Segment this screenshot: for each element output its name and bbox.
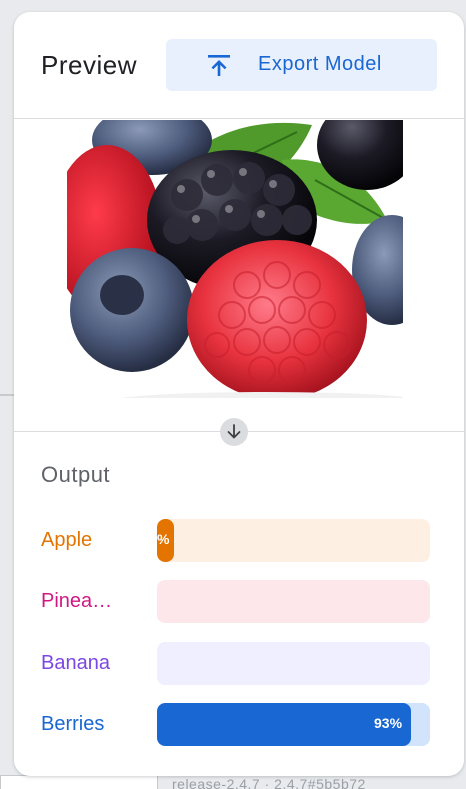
arrow-down-icon bbox=[220, 418, 248, 446]
berries-photo bbox=[67, 120, 403, 398]
header-divider bbox=[14, 118, 464, 119]
output-row: Banana bbox=[14, 642, 464, 686]
output-row: Apple% bbox=[14, 519, 464, 563]
confidence-percent: % bbox=[157, 531, 170, 547]
output-title: Output bbox=[41, 462, 111, 487]
confidence-bar-fill bbox=[157, 703, 411, 746]
export-model-button[interactable]: Export Model bbox=[166, 39, 437, 91]
class-label: Berries bbox=[41, 713, 105, 735]
output-row: Berries 93% bbox=[14, 703, 464, 747]
preview-card: Preview Export Model Output Apple % Pine… bbox=[14, 12, 464, 776]
input-preview-image bbox=[67, 120, 403, 398]
export-model-label: Export Model bbox=[258, 53, 382, 75]
background-panel bbox=[0, 775, 158, 789]
background-divider bbox=[0, 394, 14, 396]
confidence-bar: 93% bbox=[157, 703, 430, 746]
confidence-bar: % bbox=[157, 519, 430, 562]
version-footer: release-2.4.7 · 2.4.7#5b5b72 bbox=[172, 776, 366, 789]
confidence-percent: 93% bbox=[374, 715, 403, 731]
class-label: Apple bbox=[41, 529, 93, 551]
confidence-bar bbox=[157, 580, 430, 623]
class-label: Banana bbox=[41, 652, 110, 674]
confidence-bar bbox=[157, 642, 430, 685]
class-label: Pinea… bbox=[41, 590, 113, 612]
upload-icon bbox=[208, 55, 230, 76]
preview-title: Preview bbox=[41, 50, 137, 80]
output-row: Pinea… bbox=[14, 580, 464, 624]
preview-header: Preview Export Model bbox=[14, 12, 464, 120]
